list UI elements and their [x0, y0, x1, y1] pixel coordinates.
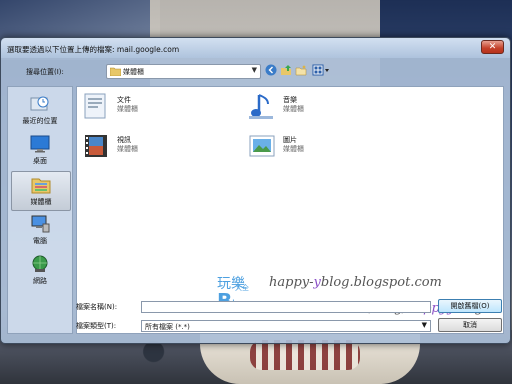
place-libraries[interactable]: 媒體櫃 — [11, 171, 71, 211]
computer-icon — [31, 215, 50, 233]
filetype-select[interactable]: 所有檔案 (*.*) ▼ — [141, 320, 431, 332]
filetype-label: 檔案類型(T): — [76, 322, 117, 330]
place-recent[interactable]: 最近的位置 — [11, 91, 69, 129]
item-type: 媒體櫃 — [117, 145, 138, 153]
new-folder-icon[interactable] — [295, 64, 307, 76]
places-bar: 最近的位置 桌面 媒體櫃 電腦 網路 — [7, 86, 73, 334]
place-label: 最近的位置 — [22, 117, 58, 125]
place-computer[interactable]: 電腦 — [11, 211, 69, 249]
videos-library-icon — [85, 135, 107, 157]
item-type: 媒體櫃 — [283, 145, 304, 153]
filetype-value: 所有檔案 (*.*) — [145, 323, 190, 331]
chevron-down-icon: ▼ — [251, 66, 257, 74]
network-icon — [32, 255, 48, 272]
place-label: 電腦 — [33, 237, 47, 245]
view-menu-icon[interactable] — [312, 64, 330, 76]
watermark-logo-text: 大全 — [235, 284, 249, 292]
file-list: 文件 媒體櫃 音樂 媒體櫃 視訊 媒體櫃 圖片 媒體櫃 玩樂 大全 B log … — [76, 86, 504, 334]
list-item[interactable]: 視訊 媒體櫃 — [81, 131, 261, 165]
title-bar[interactable]: 選取要透過以下位置上傳的檔案: mail.google.com ✕ — [1, 38, 510, 58]
list-item[interactable]: 文件 媒體櫃 — [81, 91, 261, 125]
list-item[interactable]: 圖片 媒體櫃 — [247, 131, 427, 165]
dialog-title: 選取要透過以下位置上傳的檔案: mail.google.com — [7, 45, 180, 54]
close-button[interactable]: ✕ — [481, 40, 504, 54]
watermark-text: blog.blogspot.com — [320, 275, 442, 290]
place-label: 媒體櫃 — [30, 198, 52, 206]
file-open-dialog: 選取要透過以下位置上傳的檔案: mail.google.com ✕ 搜尋位置(I… — [0, 37, 511, 344]
back-icon[interactable] — [265, 64, 277, 76]
place-desktop[interactable]: 桌面 — [11, 131, 69, 169]
item-type: 媒體櫃 — [283, 105, 304, 113]
desktop-icon — [30, 135, 50, 153]
item-type: 媒體櫃 — [117, 105, 138, 113]
look-in-label: 搜尋位置(I): — [26, 68, 64, 76]
location-toolbar: 搜尋位置(I): 媒體櫃 ▼ — [7, 62, 502, 80]
watermark-text: y — [313, 275, 321, 290]
place-network[interactable]: 網路 — [11, 251, 69, 289]
cancel-button[interactable]: 取消 — [438, 318, 502, 332]
music-library-icon — [249, 94, 273, 119]
background-pattern — [250, 340, 360, 370]
filename-input[interactable] — [141, 301, 431, 313]
look-in-value: 媒體櫃 — [123, 68, 144, 76]
watermark-text: happy- — [269, 275, 314, 290]
up-folder-icon[interactable] — [280, 64, 292, 76]
chevron-down-icon: ▼ — [421, 321, 427, 329]
folder-icon — [110, 67, 121, 76]
list-item[interactable]: 音樂 媒體櫃 — [247, 91, 427, 125]
watermark-url-1: happy-yblog.blogspot.com — [269, 275, 442, 290]
recent-places-icon — [30, 96, 49, 111]
open-button[interactable]: 開啟舊檔(O) — [438, 299, 502, 313]
place-label: 桌面 — [33, 157, 47, 165]
filename-label: 檔案名稱(N): — [76, 303, 118, 311]
libraries-icon — [31, 178, 51, 194]
documents-library-icon — [84, 93, 106, 119]
place-label: 網路 — [33, 277, 47, 285]
pictures-library-icon — [249, 135, 275, 157]
dialog-footer: 檔案名稱(N): 檔案類型(T): 所有檔案 (*.*) ▼ 開啟舊檔(O) 取… — [1, 298, 510, 338]
look-in-dropdown[interactable]: 媒體櫃 ▼ — [106, 64, 261, 79]
